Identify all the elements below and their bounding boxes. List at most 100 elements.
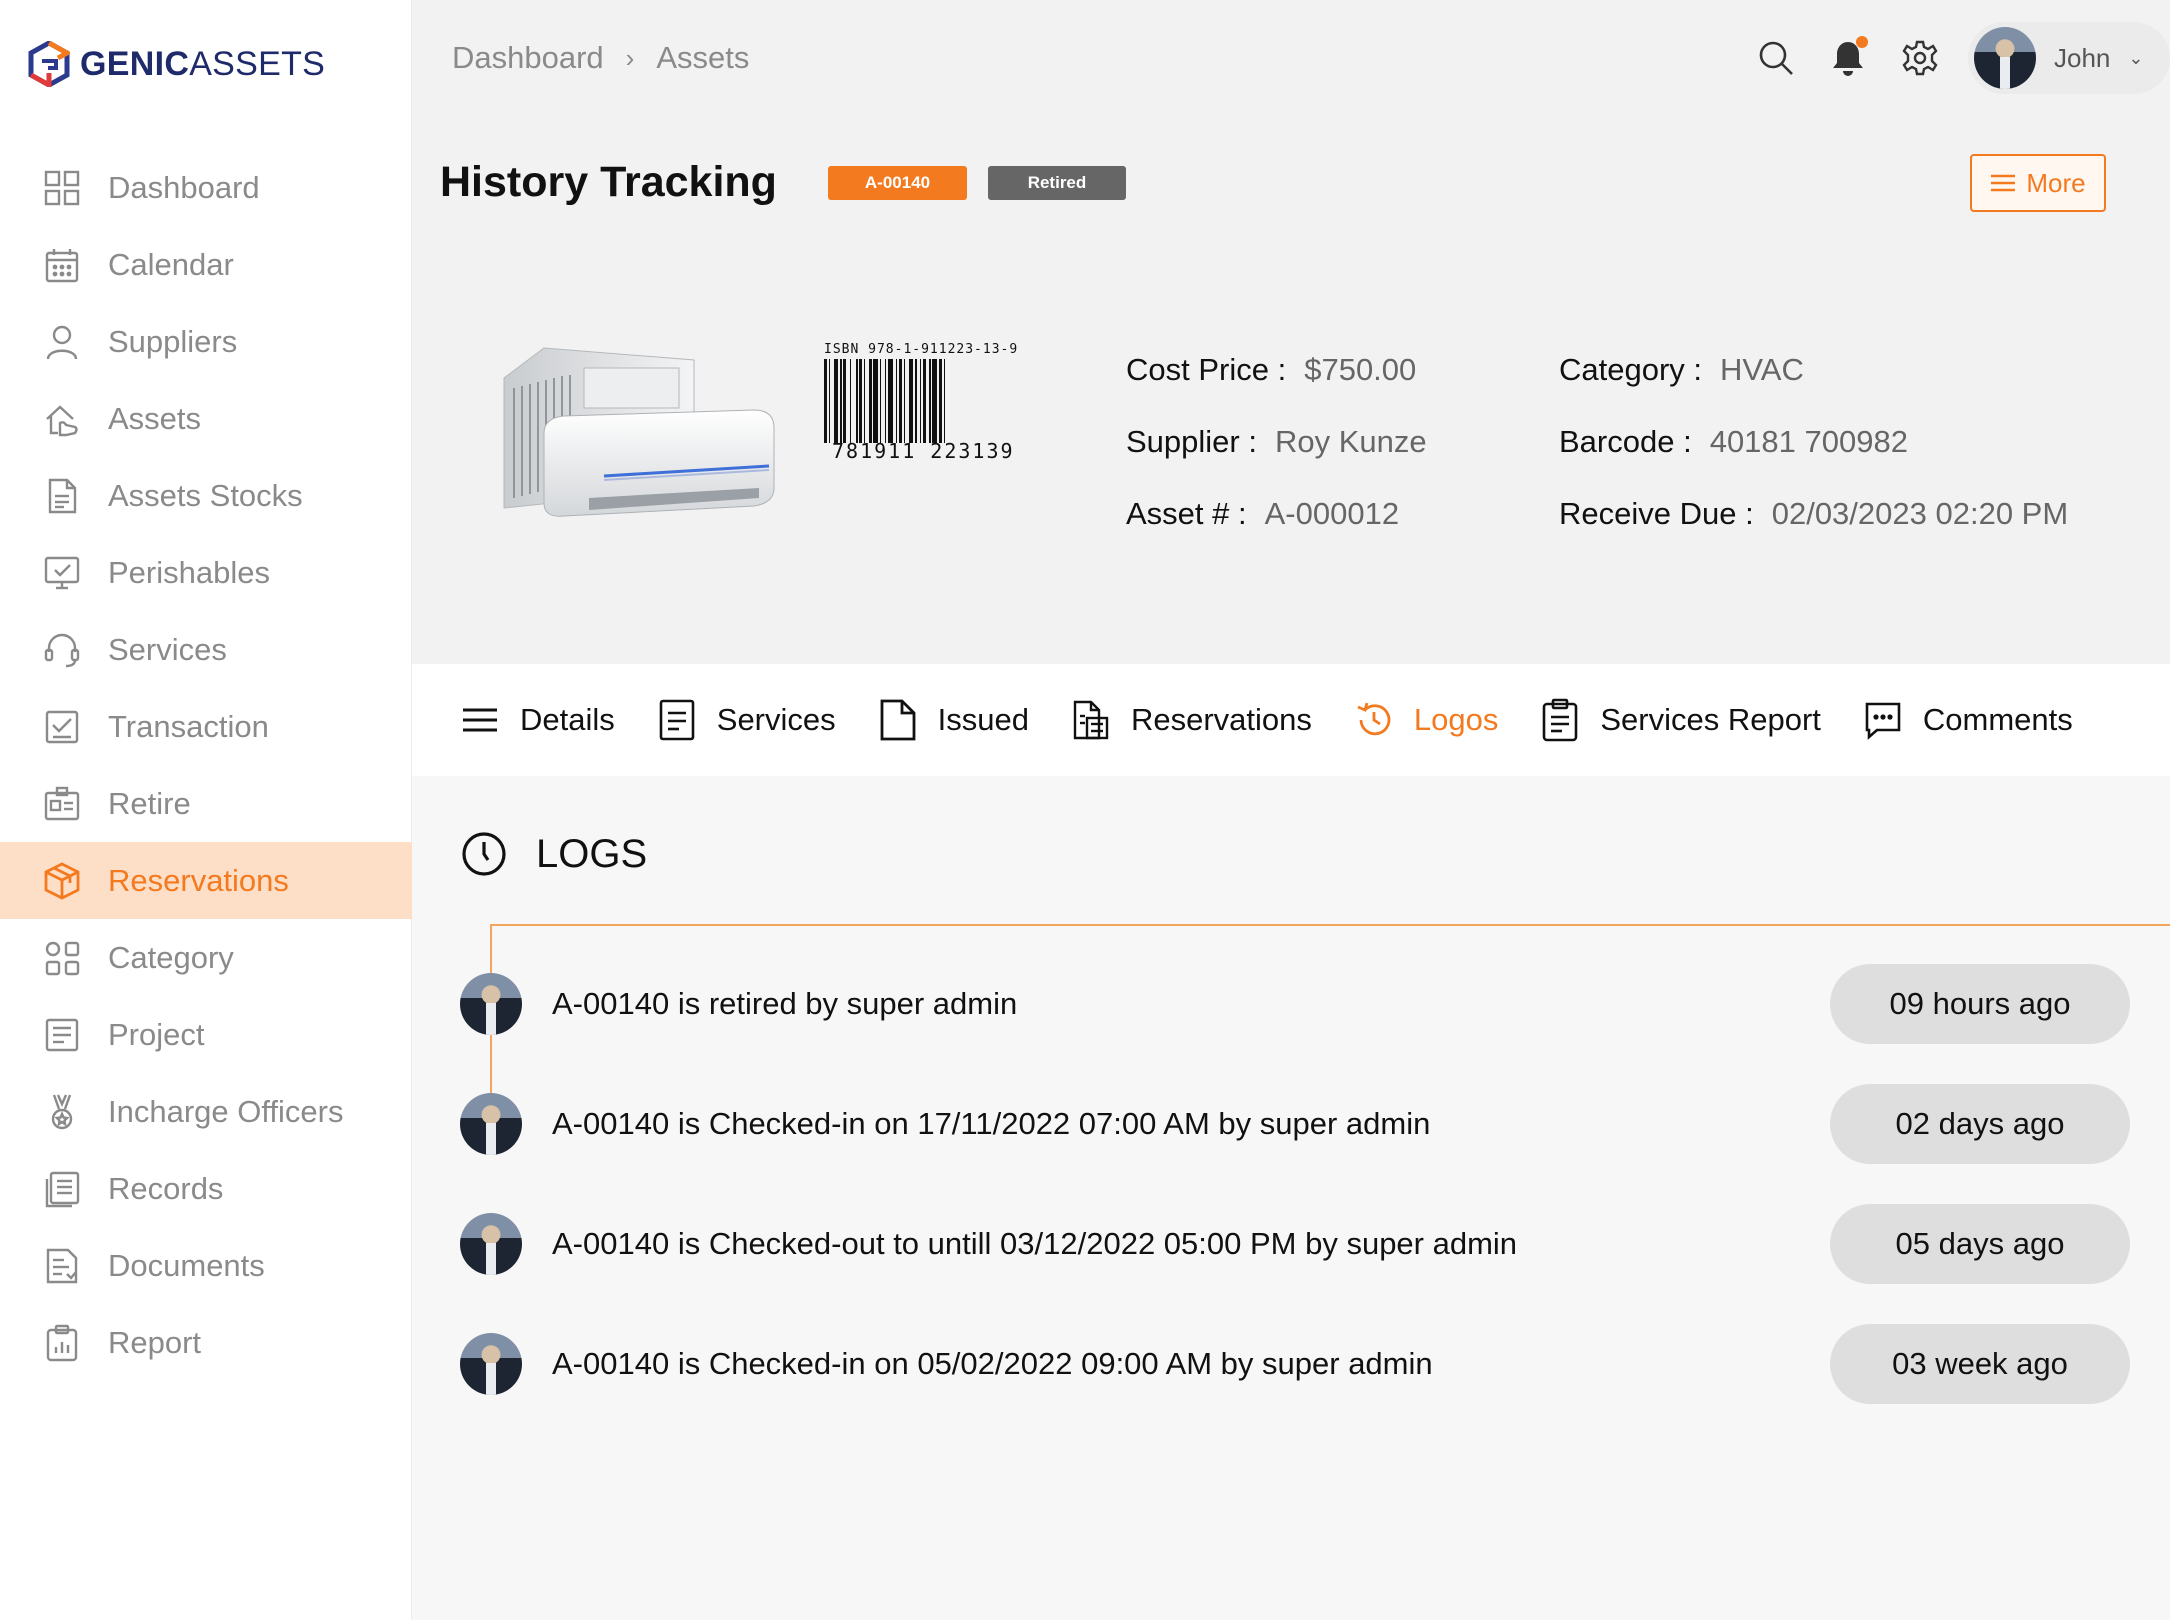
search-button[interactable] — [1746, 28, 1806, 88]
tab-logos[interactable]: Logos — [1354, 698, 1498, 742]
sidebar-item-assets-stocks[interactable]: Assets Stocks — [0, 457, 412, 534]
sidebar-item-transaction[interactable]: Transaction — [0, 688, 412, 765]
brand-logo[interactable]: GENICASSETS — [28, 40, 325, 88]
status-badge: Retired — [988, 166, 1126, 200]
details-left: Cost Price : $750.00 Supplier : Roy Kunze … — [1126, 334, 1427, 550]
cost-price-label: Cost Price : — [1126, 352, 1287, 387]
avatar — [460, 1333, 522, 1395]
tab-services[interactable]: Services — [657, 698, 836, 742]
breadcrumb: Dashboard › Assets — [452, 40, 749, 76]
supplier-row: Supplier : Roy Kunze — [1126, 406, 1427, 478]
sidebar-item-perishables[interactable]: Perishables — [0, 534, 412, 611]
user-menu[interactable]: John ⌄ — [1968, 22, 2170, 94]
tab-details[interactable]: Details — [460, 698, 615, 742]
settings-button[interactable] — [1890, 28, 1950, 88]
sidebar-item-records[interactable]: Records — [0, 1150, 412, 1227]
category-value: HVAC — [1720, 352, 1804, 387]
tab-reservations[interactable]: Reservations — [1071, 698, 1312, 742]
menu-icon — [463, 708, 497, 732]
tab-label: Details — [520, 702, 615, 737]
sidebar-item-label: Report — [108, 1324, 202, 1360]
sidebar-item-suppliers[interactable]: Suppliers — [0, 303, 412, 380]
tab-label: Comments — [1922, 702, 2073, 737]
log-time-badge: 05 days ago — [1830, 1204, 2130, 1284]
sidebar-item-report[interactable]: Report — [0, 1304, 412, 1381]
breadcrumb-assets[interactable]: Assets — [656, 40, 749, 76]
sidebar-item-assets[interactable]: Assets — [0, 380, 412, 457]
tab-services-report[interactable]: Services Report — [1540, 698, 1821, 742]
sidebar-item-calendar[interactable]: Calendar — [0, 226, 412, 303]
chevron-right-icon: › — [625, 42, 635, 73]
asset-number-row: Asset # : A-000012 — [1126, 478, 1427, 550]
asset-summary: History Tracking A-00140 Retired More IS… — [412, 116, 2170, 664]
logs-title: LOGS — [536, 831, 648, 876]
barcode-isbn-text: ISBN 978-1-911223-13-9 — [824, 342, 1019, 357]
log-entry: A-00140 is Checked-in on 17/11/2022 07:0… — [460, 1084, 2130, 1164]
barcode-row: Barcode : 40181 700982 — [1559, 406, 2068, 478]
tab-label: Services — [716, 702, 836, 737]
cost-price-row: Cost Price : $750.00 — [1126, 334, 1427, 406]
tab-label: Services Report — [1600, 702, 1821, 737]
sidebar-item-label: Transaction — [108, 708, 269, 744]
sidebar-item-category[interactable]: Category — [0, 919, 412, 996]
calendar-icon — [40, 243, 84, 287]
cost-price-value: $750.00 — [1304, 352, 1417, 387]
header-actions: John ⌄ — [1746, 22, 2170, 94]
sidebar-item-label: Records — [108, 1170, 224, 1206]
log-time-badge: 09 hours ago — [1830, 964, 2130, 1044]
file-icon — [880, 699, 916, 741]
log-text: A-00140 is Checked-out to untill 03/12/2… — [552, 1226, 1518, 1261]
sidebar-item-incharge-officers[interactable]: Incharge Officers — [0, 1073, 412, 1150]
log-text: A-00140 is retired by super admin — [552, 986, 1018, 1021]
barcode-number-text: 781911 223139 — [824, 439, 1042, 463]
user-name: John — [2054, 42, 2111, 73]
files-icon — [1073, 700, 1109, 740]
sidebar-item-label: Assets — [108, 400, 202, 436]
project-icon — [40, 1013, 84, 1057]
asset-number-label: Asset # : — [1126, 496, 1247, 531]
log-time-badge: 02 days ago — [1830, 1084, 2130, 1164]
comment-icon — [1865, 702, 1901, 740]
sidebar-item-dashboard[interactable]: Dashboard — [0, 149, 412, 226]
log-text: A-00140 is Checked-in on 17/11/2022 07:0… — [552, 1106, 1431, 1141]
timeline-line — [490, 924, 2170, 926]
sidebar-item-label: Project — [108, 1016, 205, 1052]
tab-label: Issued — [937, 702, 1029, 737]
sidebar-nav: Dashboard Calendar Suppliers Assets Asse… — [0, 149, 412, 1381]
sidebar-item-documents[interactable]: Documents — [0, 1227, 412, 1304]
breadcrumb-dashboard[interactable]: Dashboard — [452, 40, 604, 76]
sidebar-item-reservations[interactable]: Reservations — [0, 842, 412, 919]
tab-comments[interactable]: Comments — [1863, 698, 2073, 742]
category-icon — [40, 936, 84, 980]
more-button[interactable]: More — [1970, 154, 2106, 212]
log-time-badge: 03 week ago — [1830, 1324, 2130, 1404]
sidebar-item-retire[interactable]: Retire — [0, 765, 412, 842]
sidebar-item-label: Assets Stocks — [108, 477, 303, 513]
sidebar-item-project[interactable]: Project — [0, 996, 412, 1073]
log-entry: A-00140 is retired by super admin 09 hou… — [460, 964, 2130, 1044]
chevron-down-icon: ⌄ — [2128, 47, 2144, 68]
notification-dot — [1856, 36, 1868, 48]
clock-icon — [462, 832, 506, 876]
avatar — [460, 973, 522, 1035]
logo-mark-icon — [28, 41, 70, 87]
log-entry: A-00140 is Checked-in on 05/02/2022 09:0… — [460, 1324, 2130, 1404]
more-label: More — [2026, 167, 2086, 198]
receive-due-label: Receive Due : — [1559, 496, 1754, 531]
sidebar-item-services[interactable]: Services — [0, 611, 412, 688]
sidebar-item-label: Services — [108, 631, 227, 667]
sidebar-item-label: Retire — [108, 785, 191, 821]
logs-header: LOGS — [460, 830, 647, 878]
top-header: Dashboard › Assets John ⌄ — [412, 0, 2170, 116]
sidebar-item-label: Reservations — [108, 862, 289, 898]
avatar — [460, 1093, 522, 1155]
barcode-value: 40181 700982 — [1709, 424, 1908, 459]
sidebar-item-label: Documents — [108, 1247, 265, 1283]
search-icon — [1759, 41, 1793, 75]
sidebar-item-label: Calendar — [108, 246, 234, 282]
notifications-button[interactable] — [1818, 28, 1878, 88]
receive-due-value: 02/03/2023 02:20 PM — [1771, 496, 2069, 531]
menu-icon — [1991, 174, 2016, 192]
tab-issued[interactable]: Issued — [878, 698, 1029, 742]
barcode-image: ISBN 978-1-911223-13-9 781911 223139 — [824, 342, 1042, 463]
